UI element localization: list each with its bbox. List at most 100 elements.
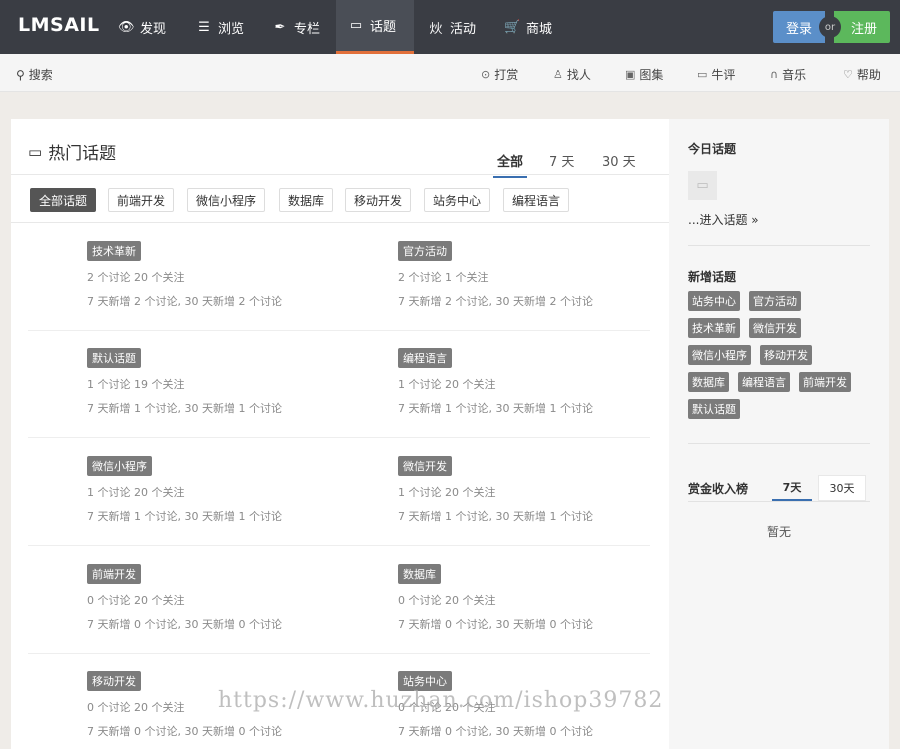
- topic-trend: 7 天新增 2 个讨论, 30 天新增 2 个讨论: [87, 295, 282, 308]
- topic-item: 数据库 0 个讨论 20 个关注 7 天新增 0 个讨论, 30 天新增 0 个…: [398, 564, 698, 631]
- topic-item: 编程语言 1 个讨论 20 个关注 7 天新增 1 个讨论, 30 天新增 1 …: [398, 348, 698, 415]
- search-label: 搜索: [28, 68, 53, 82]
- topic-item: 微信开发 1 个讨论 20 个关注 7 天新增 1 个讨论, 30 天新增 1 …: [398, 456, 698, 523]
- row-divider: [28, 653, 650, 654]
- subnav-item-help[interactable]: ♡ 帮助: [843, 66, 881, 83]
- subnav-label: 牛评: [711, 68, 736, 82]
- tab-rank-30-days[interactable]: 30天: [818, 475, 866, 501]
- topic-tag[interactable]: 官方活动: [398, 241, 452, 261]
- or-separator: or: [819, 16, 841, 38]
- nav-label: 发现: [140, 21, 167, 37]
- subnav-item-reward[interactable]: ⊙ 打赏: [481, 66, 518, 83]
- subnav-item-find-people[interactable]: ♙ 找人: [553, 66, 591, 83]
- login-button[interactable]: 登录: [773, 11, 825, 43]
- divider: [11, 174, 669, 175]
- row-divider: [28, 545, 650, 546]
- comment-icon: ▭: [697, 68, 708, 81]
- tab-rank-7-days[interactable]: 7天: [772, 475, 812, 501]
- topic-tag[interactable]: 前端开发: [87, 564, 141, 584]
- topic-trend: 7 天新增 2 个讨论, 30 天新增 2 个讨论: [398, 295, 593, 308]
- sidebar-topic-tag[interactable]: 移动开发: [760, 345, 812, 365]
- category-frontend[interactable]: 前端开发: [108, 188, 175, 212]
- nav-label: 商城: [526, 21, 553, 37]
- page-title: ▭ 热门话题: [28, 139, 117, 165]
- eye-icon: 👁: [118, 19, 135, 35]
- topic-stats: 1 个讨论 20 个关注: [398, 486, 496, 499]
- search-input[interactable]: ⚲ 搜索: [16, 66, 53, 83]
- sidebar-topic-tag[interactable]: 站务中心: [688, 291, 740, 311]
- sidebar-topic-tag[interactable]: 数据库: [688, 372, 729, 392]
- hot-topics-panel: ▭ 热门话题 全部 7 天 30 天 全部话题 前端开发 微信小程序 数据库 移…: [11, 119, 669, 749]
- topic-stats: 2 个讨论 20 个关注: [87, 271, 185, 284]
- nav-item-topics[interactable]: ▭ 话题: [336, 0, 414, 54]
- lightbulb-icon: ♡: [843, 68, 853, 81]
- topic-tag[interactable]: 微信开发: [398, 456, 452, 476]
- topic-tag[interactable]: 微信小程序: [87, 456, 152, 476]
- sidebar-topic-tag[interactable]: 默认话题: [688, 399, 740, 419]
- page-title-text: 热门话题: [48, 144, 117, 164]
- cart-icon: 🛒: [504, 19, 521, 35]
- subnav-label: 帮助: [856, 68, 881, 82]
- nav-label: 专栏: [294, 21, 321, 37]
- watermark: https://www.huzhan.com/ishop39782: [218, 688, 664, 713]
- nav-label: 话题: [370, 20, 397, 35]
- topic-stats: 0 个讨论 20 个关注: [398, 594, 496, 607]
- top-navbar: LMSAIL 👁 发现 ☰ 浏览 ✒ 专栏 ▭ 话题 炏活动 🛒 商城 登录 or 注册: [0, 0, 900, 54]
- topic-tag[interactable]: 移动开发: [87, 671, 141, 691]
- category-programming-language[interactable]: 编程语言: [503, 188, 570, 212]
- search-icon: ⚲: [16, 67, 25, 82]
- image-icon: ▣: [625, 68, 636, 81]
- topic-item: 微信小程序 1 个讨论 20 个关注 7 天新增 1 个讨论, 30 天新增 1…: [87, 456, 387, 523]
- category-all[interactable]: 全部话题: [30, 188, 97, 212]
- topic-stats: 2 个讨论 1 个关注: [398, 271, 489, 284]
- topic-tag[interactable]: 默认话题: [87, 348, 141, 368]
- topic-tag[interactable]: 数据库: [398, 564, 441, 584]
- sidebar-topic-tag[interactable]: 技术革新: [688, 318, 740, 338]
- new-topics-heading: 新增话题: [688, 270, 737, 284]
- sidebar-topic-tag[interactable]: 编程语言: [738, 372, 790, 392]
- subnav-item-gallery[interactable]: ▣ 图集: [625, 66, 663, 83]
- topic-trend: 7 天新增 1 个讨论, 30 天新增 1 个讨论: [87, 402, 282, 415]
- tab-30-days[interactable]: 30 天: [602, 151, 636, 170]
- chat-bubble-icon: ▭: [28, 142, 43, 161]
- sidebar-topic-tag[interactable]: 微信小程序: [688, 345, 751, 365]
- sidebar-topic-tag[interactable]: 前端开发: [799, 372, 851, 392]
- category-wechat-miniprogram[interactable]: 微信小程序: [187, 188, 266, 212]
- topic-stats: 1 个讨论 20 个关注: [398, 378, 496, 391]
- row-divider: [28, 437, 650, 438]
- nav-item-activity[interactable]: 炏活动: [416, 0, 488, 54]
- topic-trend: 7 天新增 1 个讨论, 30 天新增 1 个讨论: [398, 402, 593, 415]
- category-database[interactable]: 数据库: [279, 188, 334, 212]
- nav-item-browse[interactable]: ☰ 浏览: [184, 0, 256, 54]
- headphones-icon: ∩: [770, 68, 779, 81]
- topic-stats: 0 个讨论 20 个关注: [87, 701, 185, 714]
- nav-item-discover[interactable]: 👁 发现: [106, 0, 178, 54]
- topic-trend: 7 天新增 0 个讨论, 30 天新增 0 个讨论: [398, 725, 593, 738]
- sidebar-topic-tag[interactable]: 官方活动: [749, 291, 801, 311]
- topic-trend: 7 天新增 0 个讨论, 30 天新增 0 个讨论: [87, 618, 282, 631]
- topic-stats: 0 个讨论 20 个关注: [87, 594, 185, 607]
- topic-tag[interactable]: 技术革新: [87, 241, 141, 261]
- sub-navbar: ⚲ 搜索 ⊙ 打赏 ♙ 找人 ▣ 图集 ▭ 牛评 ∩ 音乐 ♡ 帮助: [0, 54, 900, 92]
- topic-stats: 1 个讨论 19 个关注: [87, 378, 185, 391]
- topic-item: 默认话题 1 个讨论 19 个关注 7 天新增 1 个讨论, 30 天新增 1 …: [87, 348, 387, 415]
- divider: [688, 245, 870, 246]
- coin-icon: ⊙: [481, 68, 491, 81]
- category-site-center[interactable]: 站务中心: [424, 188, 491, 212]
- subnav-item-reviews[interactable]: ▭ 牛评: [697, 66, 735, 83]
- topic-trend: 7 天新增 1 个讨论, 30 天新增 1 个讨论: [398, 510, 593, 523]
- register-button[interactable]: 注册: [834, 11, 890, 43]
- sidebar: 今日话题 ▭ ...进入话题 » 新增话题 站务中心 官方活动 技术革新 微信开…: [669, 119, 889, 749]
- enter-topics-link[interactable]: ...进入话题 »: [688, 211, 759, 228]
- category-mobile-dev[interactable]: 移动开发: [345, 188, 412, 212]
- subnav-item-music[interactable]: ∩ 音乐: [770, 66, 806, 83]
- tab-7-days[interactable]: 7 天: [549, 151, 574, 170]
- nav-item-shop[interactable]: 🛒 商城: [492, 0, 564, 54]
- nav-item-column[interactable]: ✒ 专栏: [260, 0, 332, 54]
- topic-tag[interactable]: 编程语言: [398, 348, 452, 368]
- topic-trend: 7 天新增 0 个讨论, 30 天新增 0 个讨论: [398, 618, 593, 631]
- topic-placeholder-icon[interactable]: ▭: [688, 171, 717, 200]
- sidebar-topic-tag[interactable]: 微信开发: [749, 318, 801, 338]
- subnav-label: 打赏: [494, 68, 519, 82]
- logo[interactable]: LMSAIL: [18, 14, 100, 36]
